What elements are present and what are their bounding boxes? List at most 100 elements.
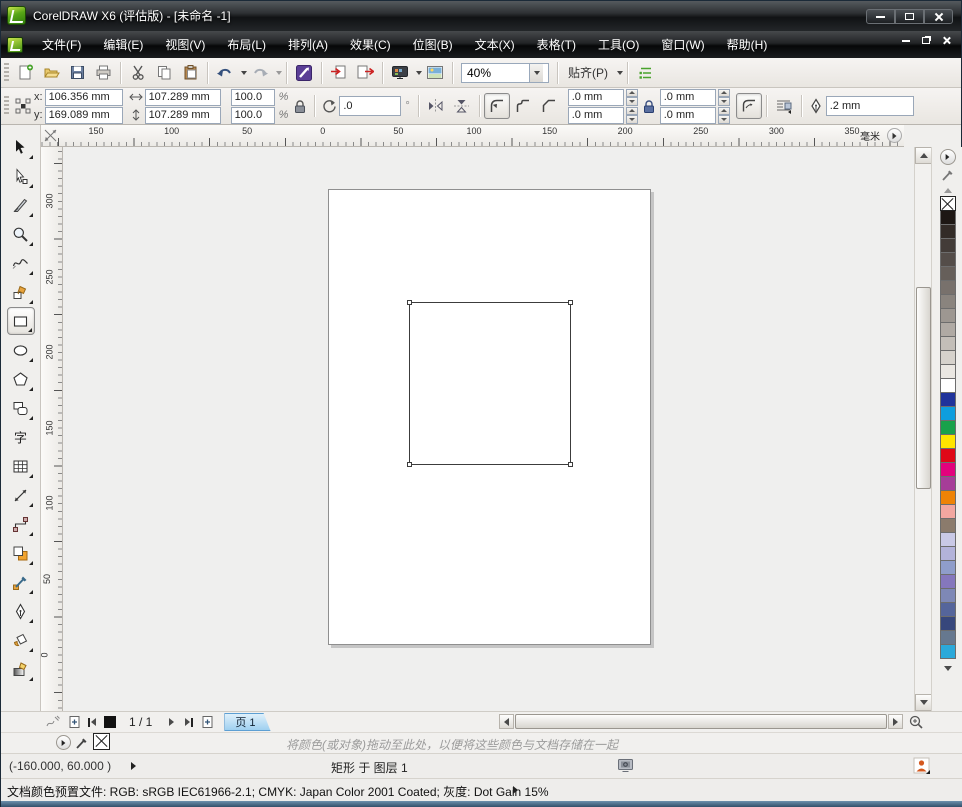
new-document-button[interactable] bbox=[12, 60, 38, 86]
menu-布局(L)[interactable]: 布局(L) bbox=[216, 32, 277, 57]
color-swatch-9d9791[interactable] bbox=[940, 308, 956, 323]
minimize-button[interactable] bbox=[866, 9, 895, 24]
doc-close-icon[interactable] bbox=[942, 36, 951, 45]
zoom-tool[interactable] bbox=[7, 220, 35, 248]
palette-eyedropper-icon[interactable] bbox=[940, 167, 956, 183]
rotation-field[interactable]: .0 bbox=[339, 96, 401, 116]
corner-tr-spinner[interactable] bbox=[718, 89, 730, 106]
color-swatch-ffffff[interactable] bbox=[940, 378, 956, 393]
color-swatch-433c38[interactable] bbox=[940, 238, 956, 253]
round-corner-button[interactable] bbox=[484, 93, 510, 119]
smart-fill-tool[interactable] bbox=[7, 278, 35, 306]
search-content-button[interactable] bbox=[291, 60, 317, 86]
rectangle-tool[interactable] bbox=[7, 307, 35, 335]
text-tool[interactable]: 字 bbox=[7, 423, 35, 451]
color-swatch-8a847e[interactable] bbox=[940, 294, 956, 309]
add-page-before-button[interactable] bbox=[65, 714, 83, 731]
save-button[interactable] bbox=[64, 60, 90, 86]
redo-button[interactable] bbox=[247, 60, 273, 86]
palette-flyout-button[interactable] bbox=[940, 149, 956, 165]
interactive-fill-tool[interactable] bbox=[7, 655, 35, 683]
undo-button[interactable] bbox=[212, 60, 238, 86]
application-launcher-button[interactable] bbox=[387, 60, 413, 86]
scale-h-field[interactable]: 100.0 bbox=[231, 89, 275, 106]
vertical-scroll-thumb[interactable] bbox=[916, 287, 931, 489]
doc-minimize-icon[interactable] bbox=[902, 40, 910, 42]
menu-视图(V)[interactable]: 视图(V) bbox=[154, 32, 216, 57]
fill-tool[interactable] bbox=[7, 626, 35, 654]
color-swatch-66788f[interactable] bbox=[940, 630, 956, 645]
mirror-vertical-button[interactable] bbox=[449, 93, 475, 119]
menu-表格(T)[interactable]: 表格(T) bbox=[526, 32, 587, 57]
snap-dropdown-arrow[interactable] bbox=[617, 71, 623, 75]
color-swatch-c3beb8[interactable] bbox=[940, 336, 956, 351]
chamfered-corner-button[interactable] bbox=[536, 93, 562, 119]
table-tool[interactable] bbox=[7, 452, 35, 480]
toolbar-grip[interactable] bbox=[4, 63, 9, 83]
corner-radius-bl-field[interactable]: .0 mm bbox=[568, 107, 624, 124]
connector-tool[interactable] bbox=[7, 510, 35, 538]
open-button[interactable] bbox=[38, 60, 64, 86]
rect-node-bottom-left[interactable] bbox=[407, 462, 412, 467]
last-page-button[interactable] bbox=[180, 714, 198, 731]
dimension-tool[interactable] bbox=[7, 481, 35, 509]
palette-scroll-up-button[interactable] bbox=[937, 183, 959, 197]
color-swatch-b3b3da[interactable] bbox=[940, 546, 956, 561]
pagenav-pan-icon[interactable] bbox=[45, 714, 61, 730]
shape-tool[interactable] bbox=[7, 162, 35, 190]
menu-帮助(H)[interactable]: 帮助(H) bbox=[716, 32, 779, 57]
first-page-button[interactable] bbox=[83, 714, 101, 731]
propbar-grip[interactable] bbox=[4, 96, 9, 116]
print-button[interactable] bbox=[90, 60, 116, 86]
color-swatch-19a14b[interactable] bbox=[940, 420, 956, 435]
vertical-ruler[interactable]: 300250200150100500 bbox=[41, 147, 63, 711]
drawing-canvas[interactable] bbox=[63, 147, 914, 711]
horizontal-scrollbar[interactable] bbox=[499, 713, 903, 730]
vertical-scrollbar[interactable] bbox=[914, 147, 931, 711]
scroll-up-button[interactable] bbox=[915, 147, 932, 164]
outline-width-field[interactable]: .2 mm bbox=[826, 96, 914, 116]
corner-radius-tl-field[interactable]: .0 mm bbox=[568, 89, 624, 106]
menu-工具(O)[interactable]: 工具(O) bbox=[587, 32, 650, 57]
membership-icon[interactable] bbox=[913, 757, 931, 775]
edit-corners-together-button[interactable] bbox=[638, 93, 660, 119]
color-swatch-8b7b6c[interactable] bbox=[940, 518, 956, 533]
color-swatch-ee8306[interactable] bbox=[940, 490, 956, 505]
scroll-left-button[interactable] bbox=[499, 714, 514, 729]
snap-to-button[interactable]: 贴齐(P) bbox=[562, 60, 614, 86]
drawn-rectangle[interactable] bbox=[409, 302, 571, 465]
ruler-flyout-button[interactable] bbox=[887, 128, 902, 143]
ellipse-tool[interactable] bbox=[7, 336, 35, 364]
ruler-origin-icon[interactable] bbox=[43, 128, 58, 143]
menu-编辑(E)[interactable]: 编辑(E) bbox=[92, 32, 154, 57]
menu-效果(C)[interactable]: 效果(C) bbox=[339, 32, 402, 57]
color-swatch-f2a7a0[interactable] bbox=[940, 504, 956, 519]
drop-shadow-tool[interactable] bbox=[7, 539, 35, 567]
color-swatch-544d49[interactable] bbox=[940, 252, 956, 267]
color-swatch-ffe500[interactable] bbox=[940, 434, 956, 449]
zoom-dropdown-button[interactable] bbox=[529, 64, 543, 82]
color-swatch-8577bd[interactable] bbox=[940, 574, 956, 589]
doc-restore-icon[interactable] bbox=[922, 37, 930, 44]
color-swatch-7e88b6[interactable] bbox=[940, 588, 956, 603]
color-swatch-78716c[interactable] bbox=[940, 280, 956, 295]
welcome-screen-button[interactable] bbox=[422, 60, 448, 86]
height-field[interactable]: 107.289 mm bbox=[145, 107, 221, 124]
x-position-field[interactable]: 106.356 mm bbox=[45, 89, 123, 106]
color-swatch-d6d2cc[interactable] bbox=[940, 350, 956, 365]
color-swatch-8f9dca[interactable] bbox=[940, 560, 956, 575]
import-button[interactable] bbox=[326, 60, 352, 86]
palette-scroll-down-button[interactable] bbox=[937, 661, 959, 675]
menu-文本(X)[interactable]: 文本(X) bbox=[464, 32, 526, 57]
color-swatch-a63d98[interactable] bbox=[940, 476, 956, 491]
rect-node-top-left[interactable] bbox=[407, 300, 412, 305]
copy-button[interactable] bbox=[151, 60, 177, 86]
color-profile-flyout-arrow[interactable] bbox=[513, 786, 518, 794]
color-swatch-1d1714[interactable] bbox=[940, 210, 956, 225]
menu-文件(F)[interactable]: 文件(F) bbox=[31, 32, 92, 57]
maximize-button[interactable] bbox=[895, 9, 924, 24]
corner-radius-tr-field[interactable]: .0 mm bbox=[660, 89, 716, 106]
freehand-tool[interactable] bbox=[7, 249, 35, 277]
color-swatch-e2027d[interactable] bbox=[940, 462, 956, 477]
y-position-field[interactable]: 169.089 mm bbox=[45, 107, 123, 124]
